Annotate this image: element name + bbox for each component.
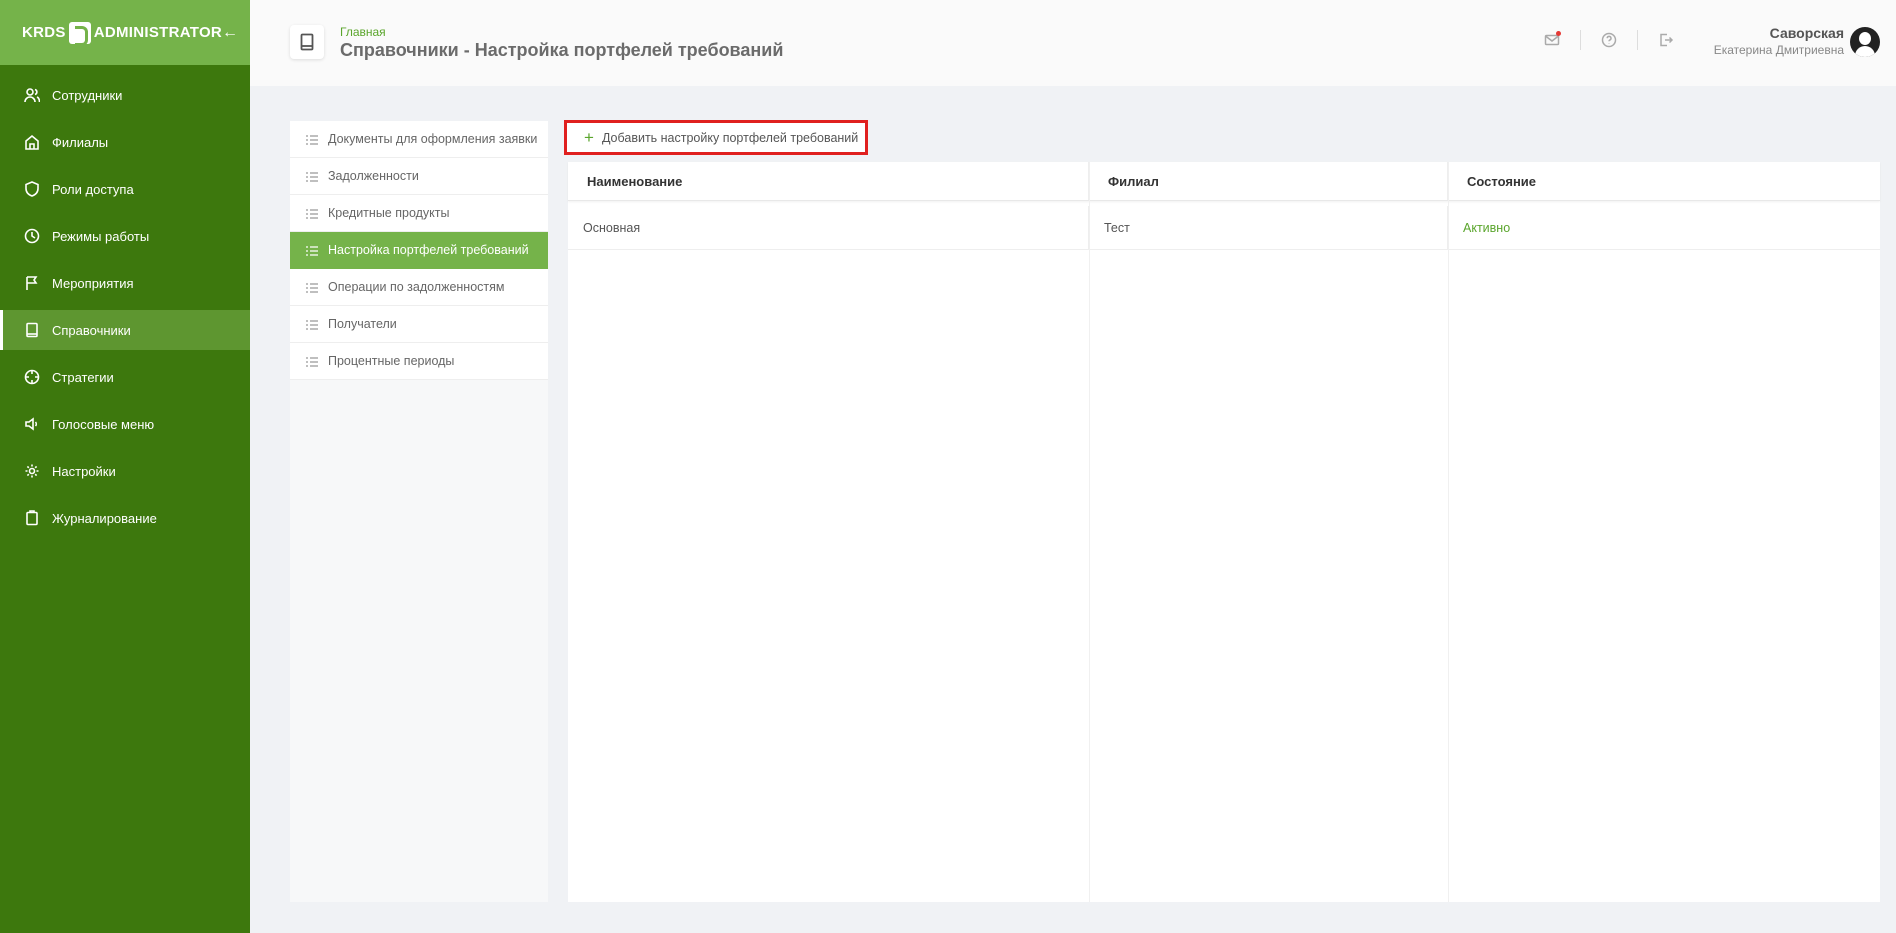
sidebar-item-label: Стратегии bbox=[52, 369, 114, 385]
column-divider bbox=[1448, 162, 1449, 902]
dict-item-portfolio-settings[interactable]: Настройка портфелей требований bbox=[290, 232, 548, 269]
list-icon bbox=[306, 319, 318, 330]
dict-item-interest-periods[interactable]: Процентные периоды bbox=[290, 343, 548, 380]
user-name[interactable]: Саворская Екатерина Дмитриевна bbox=[1714, 25, 1844, 57]
dict-item-label: Процентные периоды bbox=[328, 354, 455, 368]
user-first-name: Екатерина Дмитриевна bbox=[1713, 43, 1844, 57]
sidebar-item-label: Роли доступа bbox=[52, 181, 134, 197]
sidebar-item-voice-menus[interactable]: Голосовые меню bbox=[0, 404, 250, 444]
divider bbox=[1637, 30, 1638, 50]
dict-item-label: Настройка портфелей требований bbox=[328, 243, 529, 257]
notification-dot bbox=[1556, 31, 1561, 36]
flag-icon bbox=[24, 275, 40, 291]
avatar[interactable] bbox=[1850, 27, 1880, 57]
dict-item-label: Операции по задолженностям bbox=[328, 280, 505, 294]
column-header-name[interactable]: Наименование bbox=[568, 162, 1089, 200]
add-portfolio-setting-button[interactable]: + Добавить настройку портфелей требовани… bbox=[564, 120, 868, 155]
logo-mark-icon bbox=[68, 21, 91, 46]
sidebar-item-roles[interactable]: Роли доступа bbox=[0, 169, 250, 209]
dict-item-label: Задолженности bbox=[328, 169, 419, 183]
dict-item-credit-products[interactable]: Кредитные продукты bbox=[290, 195, 548, 232]
dict-item-application-documents[interactable]: Документы для оформления заявки bbox=[290, 121, 548, 158]
section-book-icon bbox=[290, 25, 324, 59]
sidebar-item-label: Филиалы bbox=[52, 134, 109, 150]
sidebar-header: KRDS ADMINISTRATOR ← bbox=[0, 0, 250, 65]
cell-branch: Тест bbox=[1089, 206, 1448, 249]
cell-name: Основная bbox=[568, 206, 1089, 249]
dict-item-debt-operations[interactable]: Операции по задолженностям bbox=[290, 269, 548, 306]
collapse-sidebar-icon[interactable]: ← bbox=[222, 24, 238, 42]
clock-icon bbox=[24, 228, 40, 244]
dictionaries-list: Документы для оформления заявки Задолжен… bbox=[290, 121, 548, 380]
home-icon bbox=[24, 134, 40, 150]
portfolio-settings-table: Наименование Филиал Состояние Основная Т… bbox=[568, 162, 1880, 902]
logout-icon[interactable] bbox=[1656, 30, 1676, 50]
list-icon bbox=[306, 171, 318, 182]
plus-icon: + bbox=[584, 128, 594, 147]
table-header: Наименование Филиал Состояние bbox=[568, 162, 1880, 201]
logo-text-left: KRDS bbox=[22, 24, 66, 41]
dict-item-debts[interactable]: Задолженности bbox=[290, 158, 548, 195]
sidebar-item-branches[interactable]: Филиалы bbox=[0, 122, 250, 162]
sidebar-item-schedules[interactable]: Режимы работы bbox=[0, 216, 250, 256]
help-icon[interactable] bbox=[1599, 30, 1619, 50]
sidebar-item-label: Справочники bbox=[52, 322, 131, 338]
dict-item-recipients[interactable]: Получатели bbox=[290, 306, 548, 343]
user-last-name: Саворская bbox=[1769, 25, 1844, 41]
crosshair-icon bbox=[24, 369, 40, 385]
sidebar-item-label: Режимы работы bbox=[52, 228, 150, 244]
dict-item-label: Кредитные продукты bbox=[328, 206, 450, 220]
column-divider bbox=[1089, 162, 1090, 902]
sidebar-item-events[interactable]: Мероприятия bbox=[0, 263, 250, 303]
page-title: Справочники - Настройка портфелей требов… bbox=[340, 40, 784, 60]
sidebar-item-label: Мероприятия bbox=[52, 275, 134, 291]
list-icon bbox=[306, 282, 318, 293]
dict-item-label: Получатели bbox=[328, 317, 397, 331]
logo-text-right: ADMINISTRATOR bbox=[93, 24, 223, 41]
breadcrumb-home[interactable]: Главная bbox=[340, 25, 386, 39]
list-icon bbox=[306, 245, 318, 256]
list-icon bbox=[306, 134, 318, 145]
shield-icon bbox=[24, 181, 40, 197]
sidebar: KRDS ADMINISTRATOR ← Сотрудники Филиалы … bbox=[0, 0, 250, 933]
sidebar-item-label: Настройки bbox=[52, 463, 116, 479]
list-icon bbox=[306, 356, 318, 367]
users-icon bbox=[24, 87, 40, 103]
gear-icon bbox=[24, 463, 40, 479]
sidebar-item-settings[interactable]: Настройки bbox=[0, 451, 250, 491]
sidebar-item-dictionaries[interactable]: Справочники bbox=[0, 310, 250, 350]
list-icon bbox=[306, 208, 318, 219]
clipboard-icon bbox=[24, 510, 40, 526]
divider bbox=[1580, 30, 1581, 50]
header-actions bbox=[1542, 30, 1676, 50]
dictionaries-menu: Документы для оформления заявки Задолжен… bbox=[290, 121, 548, 902]
speaker-icon bbox=[24, 416, 40, 432]
logo[interactable]: KRDS ADMINISTRATOR bbox=[22, 21, 223, 46]
sidebar-nav: Сотрудники Филиалы Роли доступа Режимы р… bbox=[0, 65, 250, 538]
sidebar-item-label: Журналирование bbox=[52, 510, 157, 526]
sidebar-item-strategies[interactable]: Стратегии bbox=[0, 357, 250, 397]
dict-item-label: Документы для оформления заявки bbox=[328, 132, 538, 146]
page-header: Главная Справочники - Настройка портфеле… bbox=[250, 0, 1896, 86]
book-icon bbox=[24, 322, 40, 338]
sidebar-item-logging[interactable]: Журналирование bbox=[0, 498, 250, 538]
sidebar-item-label: Сотрудники bbox=[52, 87, 123, 103]
column-header-status[interactable]: Состояние bbox=[1448, 162, 1880, 200]
sidebar-item-employees[interactable]: Сотрудники bbox=[0, 75, 250, 115]
add-button-label: Добавить настройку портфелей требований bbox=[601, 130, 859, 145]
cell-status: Активно bbox=[1463, 220, 1511, 235]
column-header-branch[interactable]: Филиал bbox=[1089, 162, 1448, 200]
sidebar-item-label: Голосовые меню bbox=[52, 416, 155, 432]
table-row[interactable]: Основная Тест Активно bbox=[568, 206, 1880, 250]
mail-icon[interactable] bbox=[1542, 30, 1562, 50]
